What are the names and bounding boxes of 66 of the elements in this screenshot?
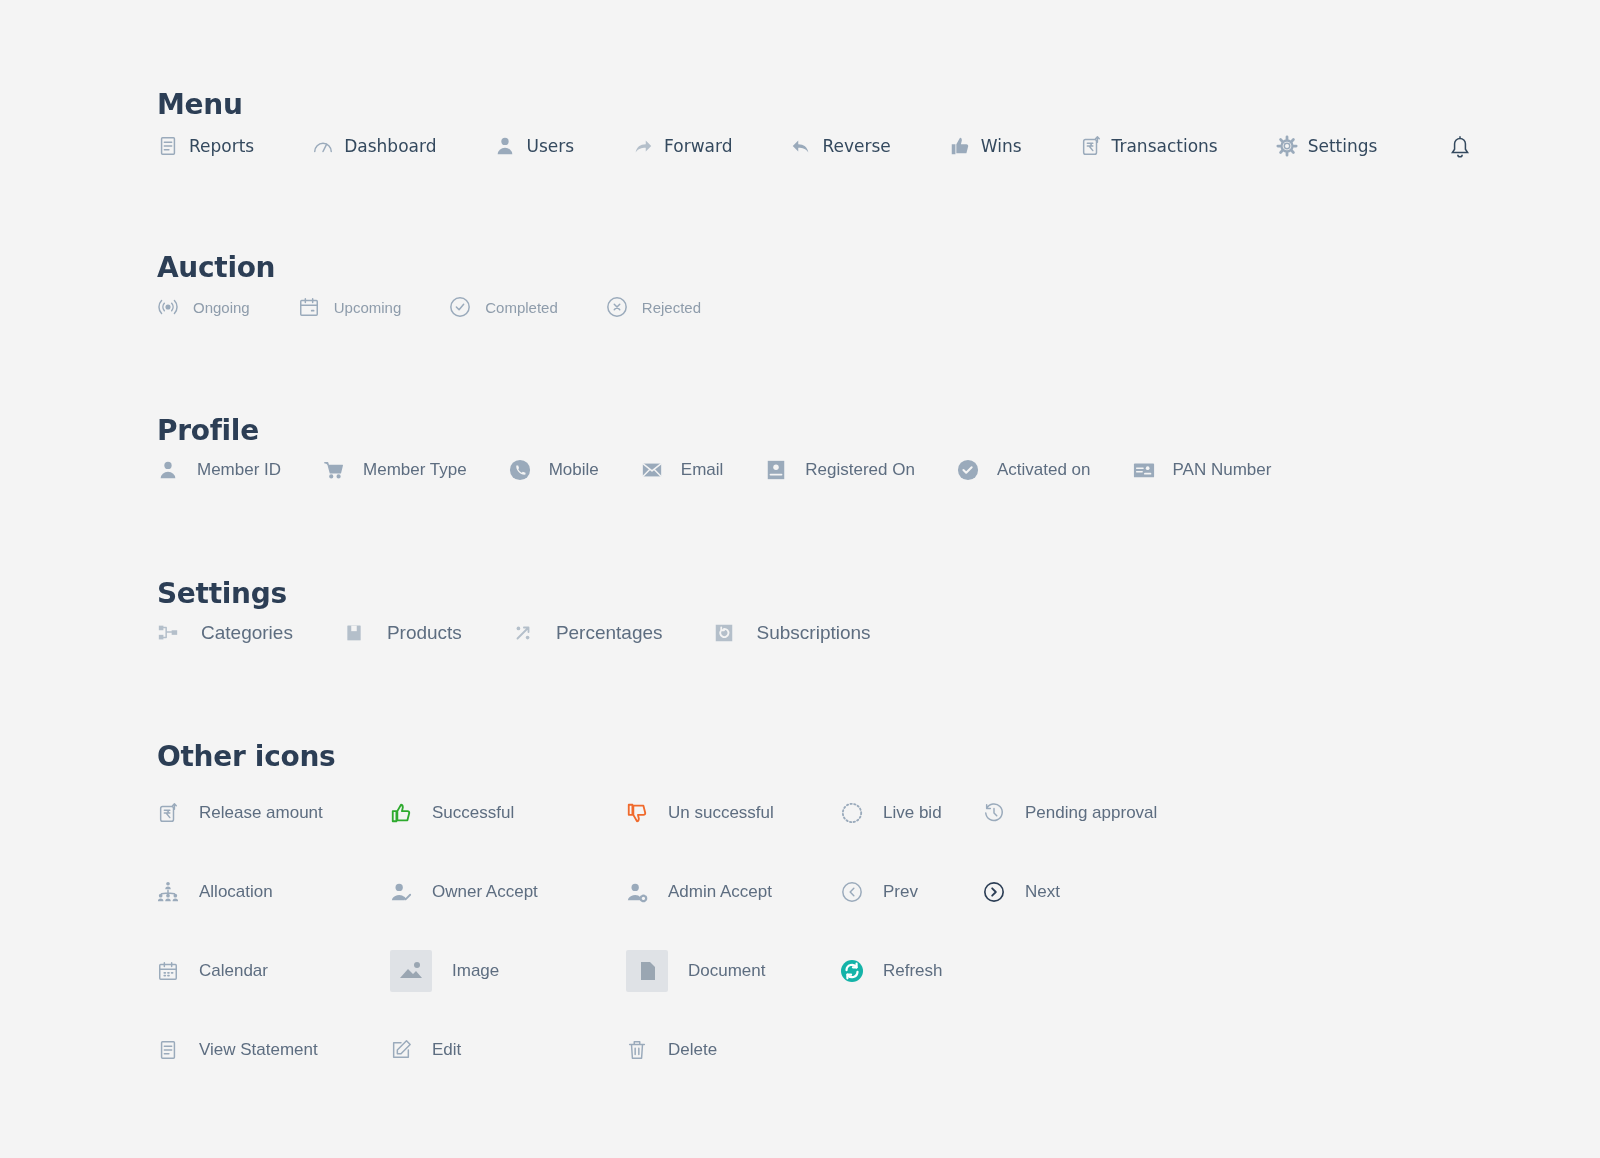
- icon-label: Pending approval: [1025, 802, 1158, 823]
- dotted-circle-icon: [841, 801, 863, 824]
- icon-label: Reports: [189, 136, 255, 156]
- section-heading: Profile: [157, 414, 260, 447]
- edit-icon: [390, 1038, 412, 1061]
- icon-label: Registered On: [805, 460, 915, 480]
- thumbs-up-icon: [390, 801, 412, 824]
- rupee-icon: [157, 801, 179, 824]
- check-circle-icon: [449, 296, 472, 318]
- icon-label: Edit: [432, 1039, 462, 1060]
- icon-label: Rejected: [641, 298, 701, 316]
- section-heading: Menu: [157, 88, 244, 121]
- icon-label: Allocation: [199, 881, 273, 902]
- icon-label: Mobile: [548, 460, 599, 480]
- icon-label: Completed: [485, 298, 558, 316]
- icon-label: Reverse: [822, 136, 891, 156]
- icon-label: Successful: [432, 802, 515, 823]
- section-heading: Settings: [157, 577, 288, 610]
- icon-label: Document: [688, 960, 766, 981]
- chevron-right-circle-icon: [983, 880, 1005, 903]
- close-circle-icon: [605, 296, 628, 318]
- image-icon: [390, 949, 432, 992]
- icon-label: Categories: [201, 622, 293, 644]
- icon-label: Admin Accept: [668, 881, 772, 902]
- phone-icon: [508, 459, 531, 481]
- icon-label: Refresh: [883, 960, 943, 981]
- icon-label: PAN Number: [1172, 460, 1272, 480]
- icon-label: Delete: [668, 1039, 718, 1060]
- icon-label: Activated on: [996, 460, 1091, 480]
- icon-label: Settings: [1307, 136, 1378, 156]
- refresh-icon: [841, 959, 863, 982]
- calendar-icon: [157, 959, 179, 982]
- icon-label: Member ID: [197, 460, 282, 480]
- icon-label: Transactions: [1111, 136, 1218, 156]
- thumbs-down-icon: [626, 801, 648, 824]
- icon-label: Release amount: [199, 802, 323, 823]
- cart-icon: [323, 459, 346, 481]
- icon-label: Owner Accept: [432, 881, 538, 902]
- check-circle-icon: [956, 459, 979, 481]
- chevron-left-circle-icon: [841, 880, 863, 903]
- icon-label: Prev: [883, 881, 918, 902]
- delete-icon: [626, 1038, 648, 1061]
- icon-label: Subscriptions: [756, 622, 871, 644]
- icon-label: Email: [680, 460, 724, 480]
- icon-label: Un successful: [668, 802, 774, 823]
- icon-label: Percentages: [555, 622, 663, 644]
- calendar-icon: [297, 296, 320, 318]
- history-icon: [983, 801, 1005, 824]
- icon-label: Next: [1025, 881, 1060, 902]
- icon-label: Products: [386, 622, 462, 644]
- icon-label: Forward: [664, 136, 733, 156]
- icon-label: Upcoming: [333, 298, 402, 316]
- icon-label: View Statement: [199, 1039, 318, 1060]
- icon-label: Image: [452, 960, 500, 981]
- people-hierarchy-icon: [157, 880, 179, 903]
- icon-label: Wins: [980, 136, 1022, 156]
- settings-icon: [1275, 135, 1298, 157]
- file-icon: [626, 949, 668, 992]
- icon-label: Dashboard: [344, 136, 437, 156]
- icon-label: Member Type: [363, 460, 467, 480]
- icon-label: Live bid: [883, 802, 942, 823]
- section-heading: Auction: [157, 251, 277, 284]
- section-heading: Other icons: [157, 740, 337, 773]
- icon-label: Users: [526, 136, 575, 156]
- icon-label: Ongoing: [193, 298, 250, 316]
- icon-label: Calendar: [199, 960, 268, 981]
